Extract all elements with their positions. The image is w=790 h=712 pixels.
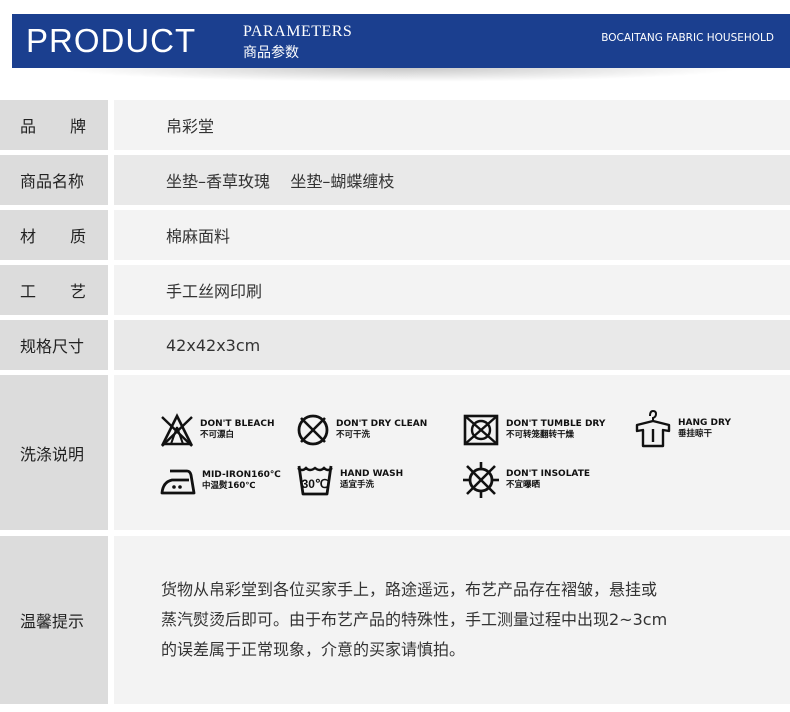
care-no-dry-clean-en: DON'T DRY CLEAN: [336, 419, 428, 429]
care-no-bleach: DON'T BLEACH 不可漂白: [160, 413, 275, 447]
row-craft-label: 工艺: [0, 265, 108, 315]
hand-wash-icon: 30℃: [297, 465, 333, 496]
notice-line: 的误差属于正常现象，介意的买家请慎拍。: [161, 640, 466, 659]
row-brand: 品牌 帛彩堂: [0, 100, 790, 150]
hang-dry-icon: [635, 409, 671, 448]
notice-line: 货物从帛彩堂到各位买家手上，路途遥远，布艺产品存在褶皱，悬挂或: [161, 580, 658, 599]
row-brand-value: 帛彩堂: [114, 100, 790, 150]
hand-wash-temp: 30℃: [302, 477, 329, 491]
label-char: 牌: [70, 117, 87, 136]
header-brand: BOCAITANG FABRIC HOUSEHOLD: [601, 32, 774, 44]
header-title: PRODUCT: [26, 22, 197, 59]
row-size: 规格尺寸 42x42x3cm: [0, 320, 790, 370]
care-no-bleach-en: DON'T BLEACH: [200, 419, 275, 429]
row-craft: 工艺 手工丝网印刷: [0, 265, 790, 315]
row-notice-label: 温馨提示: [0, 536, 108, 704]
row-product-name-value: 坐垫–香草玫瑰 坐垫–蝴蝶缠枝: [114, 155, 790, 205]
care-hang-dry: HANG DRY 垂挂晾干: [634, 409, 731, 449]
care-hand-wash: 30℃ HAND WASH 适宜手洗: [296, 463, 403, 497]
notice-line: 蒸汽熨烫后即可。由于布艺产品的特殊性，手工测量过程中出现2~3cm: [161, 610, 668, 629]
row-notice: 温馨提示 货物从帛彩堂到各位买家手上，路途遥远，布艺产品存在褶皱，悬挂或 蒸汽熨…: [0, 536, 790, 704]
label-char: 品: [20, 117, 37, 136]
no-bleach-icon: [160, 413, 194, 447]
row-notice-value: 货物从帛彩堂到各位买家手上，路途遥远，布艺产品存在褶皱，悬挂或 蒸汽熨烫后即可。…: [114, 536, 790, 704]
row-size-value: 42x42x3cm: [114, 320, 790, 370]
care-hand-wash-cn: 适宜手洗: [340, 480, 375, 490]
label-char: 材: [20, 227, 37, 246]
label-char: 工: [20, 282, 37, 301]
care-hang-dry-en: HANG DRY: [678, 418, 731, 428]
care-no-insolate: DON'T INSOLATE 不宜曝晒: [462, 461, 590, 499]
row-size-label: 规格尺寸: [0, 320, 108, 370]
no-sun-icon: [463, 462, 499, 498]
row-material-value: 棉麻面料: [114, 210, 790, 260]
row-wash-label: 洗涤说明: [0, 375, 108, 530]
care-hang-dry-cn: 垂挂晾干: [678, 429, 713, 439]
care-no-bleach-cn: 不可漂白: [200, 430, 235, 440]
header-subtitle-en: PARAMETERS: [243, 23, 353, 40]
no-dry-clean-icon: [297, 414, 329, 446]
row-brand-label: 品牌: [0, 100, 108, 150]
row-craft-value: 手工丝网印刷: [114, 265, 790, 315]
care-no-tumble-dry: DON'T TUMBLE DRY 不可转笼翻转干燥: [462, 413, 605, 447]
care-mid-iron: MID-IRON160℃ 中温熨160℃: [160, 465, 281, 497]
header-banner: PRODUCT PARAMETERS 商品参数 BOCAITANG FABRIC…: [12, 14, 790, 68]
label-char: 艺: [70, 282, 87, 301]
header-subtitle-cn: 商品参数: [243, 45, 299, 61]
care-hand-wash-en: HAND WASH: [340, 469, 404, 479]
care-no-insolate-cn: 不宜曝晒: [506, 480, 541, 490]
label-char: 质: [70, 227, 87, 246]
care-mid-iron-en: MID-IRON160℃: [202, 470, 281, 480]
care-no-tumble-dry-cn: 不可转笼翻转干燥: [506, 430, 575, 440]
care-no-insolate-en: DON'T INSOLATE: [506, 469, 590, 479]
row-material-label: 材质: [0, 210, 108, 260]
header-shadow: [55, 68, 745, 82]
care-mid-iron-cn: 中温熨160℃: [202, 481, 256, 491]
care-no-tumble-dry-en: DON'T TUMBLE DRY: [506, 419, 606, 429]
care-no-dry-clean: DON'T DRY CLEAN 不可干洗: [296, 413, 427, 447]
row-product-name: 商品名称 坐垫–香草玫瑰 坐垫–蝴蝶缠枝: [0, 155, 790, 205]
row-material: 材质 棉麻面料: [0, 210, 790, 260]
care-no-dry-clean-cn: 不可干洗: [336, 430, 371, 440]
row-wash: 洗涤说明 DON'T BLEACH 不可漂白 DON'T DRY CLEAN 不…: [0, 375, 790, 530]
care-symbols: DON'T BLEACH 不可漂白 DON'T DRY CLEAN 不可干洗 D…: [114, 375, 790, 530]
row-product-name-label: 商品名称: [0, 155, 108, 205]
iron-icon: [160, 469, 196, 495]
no-tumble-dry-icon: [463, 414, 499, 446]
